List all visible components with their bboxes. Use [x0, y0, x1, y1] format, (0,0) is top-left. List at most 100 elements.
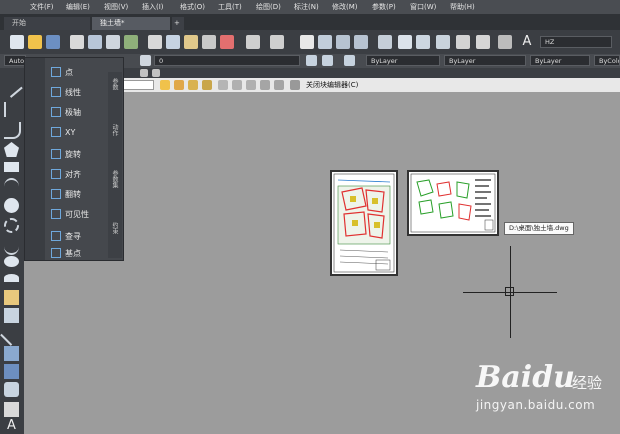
drawing-sheet-details[interactable]	[407, 170, 499, 236]
undo-icon[interactable]	[246, 35, 260, 49]
parameter-icon[interactable]	[232, 80, 242, 90]
tab-start[interactable]: 开始	[4, 17, 90, 30]
linetype-dropdown[interactable]: ByLayer	[444, 55, 526, 66]
markup-icon[interactable]	[456, 35, 470, 49]
polar-parameter-icon	[51, 107, 61, 117]
action-icon[interactable]	[246, 80, 256, 90]
calculator-icon[interactable]	[476, 35, 490, 49]
save-block-as-icon[interactable]	[188, 80, 198, 90]
menu-parameters[interactable]: 参数(P)	[372, 2, 396, 12]
palette-tab-parameter-sets[interactable]: 参数集	[110, 170, 119, 188]
arc-icon[interactable]	[4, 178, 19, 195]
redo-icon[interactable]	[270, 35, 284, 49]
line-icon[interactable]	[0, 75, 23, 98]
lookup-parameter-icon	[51, 231, 61, 241]
palette-tab-constraints[interactable]: 约束	[110, 222, 119, 234]
construction-line-icon[interactable]	[4, 102, 21, 117]
region-icon[interactable]	[4, 382, 19, 397]
watermark-label: 经验	[572, 374, 603, 392]
test-block-icon[interactable]	[202, 80, 212, 90]
insert-block-icon[interactable]	[4, 290, 19, 305]
close-block-editor-button[interactable]: 关闭块编辑器(C)	[306, 80, 358, 90]
menu-help[interactable]: 帮助(H)	[450, 2, 475, 12]
flip-parameter-icon	[51, 189, 61, 199]
define-attribute-icon[interactable]	[260, 80, 270, 90]
open-file-icon[interactable]	[28, 35, 42, 49]
new-file-icon[interactable]	[10, 35, 24, 49]
menu-format[interactable]: 格式(O)	[180, 2, 205, 12]
ellipse-icon[interactable]	[4, 256, 19, 267]
menu-file[interactable]: 文件(F)	[30, 2, 54, 12]
revision-cloud-icon[interactable]	[4, 218, 19, 233]
drawing-sheet-site-plan[interactable]	[330, 170, 398, 276]
properties-icon[interactable]	[378, 35, 392, 49]
cut-icon[interactable]	[148, 35, 162, 49]
workspace-dropdown[interactable]: Auto	[4, 55, 26, 66]
make-current-icon[interactable]	[306, 55, 317, 66]
new-tab-button[interactable]: +	[172, 17, 184, 30]
color-dropdown[interactable]: ByLayer	[366, 55, 440, 66]
multiline-text-icon[interactable]: A	[4, 418, 19, 433]
plot-icon[interactable]	[106, 35, 120, 49]
menu-draw[interactable]: 绘图(D)	[256, 2, 281, 12]
menu-modify[interactable]: 修改(M)	[332, 2, 358, 12]
learn-icon[interactable]	[290, 80, 300, 90]
spline-icon[interactable]	[4, 238, 19, 255]
baidu-watermark: Baidu 经验 jingyan.baidu.com	[476, 358, 616, 428]
zoom-previous-icon[interactable]	[354, 35, 368, 49]
hatch-icon[interactable]	[4, 346, 19, 361]
menu-dimension[interactable]: 标注(N)	[294, 2, 319, 12]
edit-block-icon[interactable]	[160, 80, 170, 90]
tool-palettes-icon[interactable]	[416, 35, 430, 49]
table-icon[interactable]	[4, 402, 19, 417]
print-icon[interactable]	[70, 35, 84, 49]
layer-previous-icon[interactable]	[322, 55, 333, 66]
sheet-set-icon[interactable]	[436, 35, 450, 49]
xy-parameter-icon	[51, 127, 61, 137]
lineweight-dropdown[interactable]: ByLayer	[530, 55, 590, 66]
paste-icon[interactable]	[184, 35, 198, 49]
ellipse-arc-icon[interactable]	[4, 274, 19, 282]
bring-front-icon[interactable]	[140, 69, 148, 77]
save-icon[interactable]	[46, 35, 60, 49]
quickcalc-icon[interactable]	[498, 35, 512, 49]
send-back-icon[interactable]	[152, 69, 160, 77]
save-block-icon[interactable]	[174, 80, 184, 90]
rectangle-icon[interactable]	[4, 162, 19, 172]
publish-icon[interactable]	[124, 35, 138, 49]
circle-icon[interactable]	[4, 198, 19, 213]
palette-tab-parameters[interactable]: 参数	[110, 78, 119, 90]
zoom-realtime-icon[interactable]	[318, 35, 332, 49]
copy-icon[interactable]	[166, 35, 180, 49]
layer-states-icon[interactable]	[344, 55, 355, 66]
menu-insert[interactable]: 插入(I)	[142, 2, 164, 12]
file-path-tooltip: D:\桌面\独土墙.dwg	[504, 222, 574, 235]
menu-tools[interactable]: 工具(T)	[218, 2, 242, 12]
plotstyle-dropdown[interactable]: ByColor	[594, 55, 620, 66]
zoom-window-icon[interactable]	[336, 35, 350, 49]
polyline-icon[interactable]	[4, 122, 21, 139]
font-dropdown[interactable]: HZ	[540, 36, 612, 48]
design-center-icon[interactable]	[398, 35, 412, 49]
basepoint-parameter-icon	[51, 248, 61, 258]
text-style-icon[interactable]: A	[520, 35, 534, 49]
pickbox-cursor	[505, 287, 514, 296]
tab-drawing[interactable]: 独土墙*	[92, 17, 170, 30]
make-block-icon[interactable]	[4, 308, 19, 323]
pan-icon[interactable]	[300, 35, 314, 49]
gradient-icon[interactable]	[4, 364, 19, 379]
print-preview-icon[interactable]	[88, 35, 102, 49]
alignment-parameter-icon	[51, 169, 61, 179]
authoring-palettes-icon[interactable]	[218, 80, 228, 90]
polygon-icon[interactable]	[4, 142, 19, 157]
block-editor-icon[interactable]	[220, 35, 234, 49]
palette-tab-actions[interactable]: 动作	[110, 124, 119, 136]
menu-window[interactable]: 窗口(W)	[410, 2, 436, 12]
menu-view[interactable]: 视图(V)	[104, 2, 128, 12]
layer-dropdown[interactable]: 0	[154, 55, 300, 66]
point-icon[interactable]	[0, 323, 23, 346]
layer-properties-icon[interactable]	[140, 55, 151, 66]
update-text-icon[interactable]	[274, 80, 284, 90]
menu-edit[interactable]: 编辑(E)	[66, 2, 90, 12]
match-properties-icon[interactable]	[202, 35, 216, 49]
